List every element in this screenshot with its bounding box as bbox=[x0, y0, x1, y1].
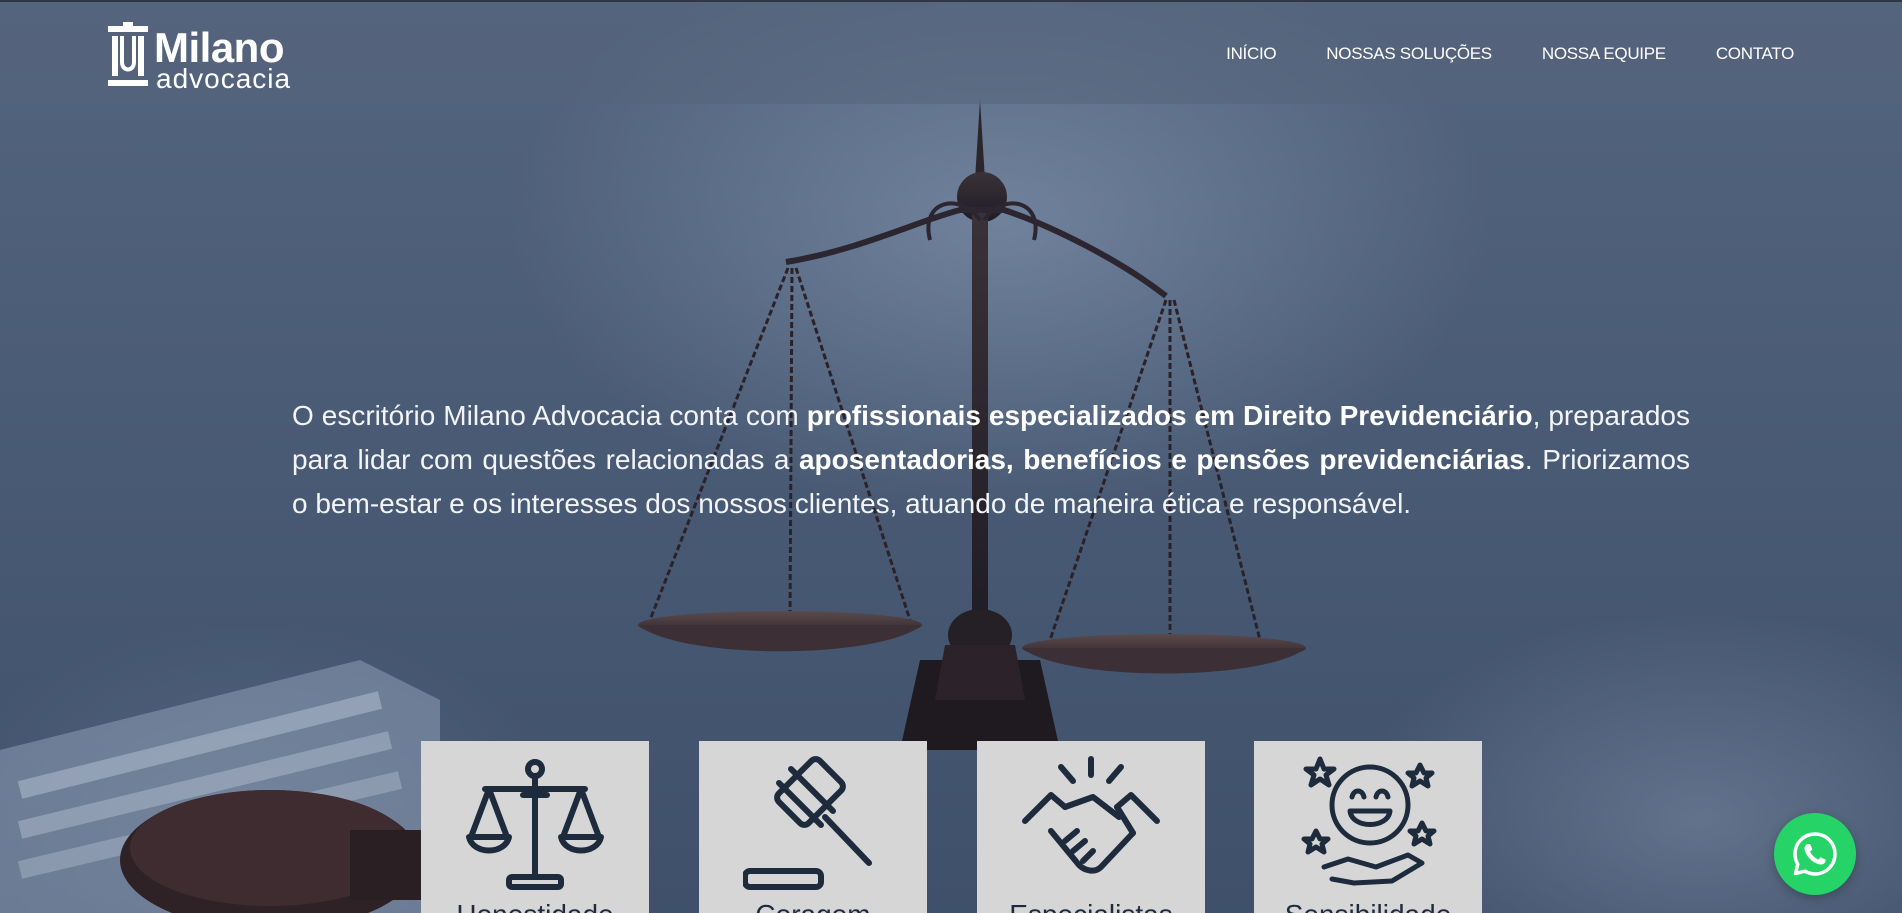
main-nav: INÍCIO NOSSAS SOLUÇÕES NOSSA EQUIPE CONT… bbox=[1226, 44, 1794, 64]
hero-section: Milano advocacia INÍCIO NOSSAS SOLUÇÕES … bbox=[0, 0, 1902, 913]
nav-nossa-equipe[interactable]: NOSSA EQUIPE bbox=[1542, 44, 1666, 64]
nav-contato[interactable]: CONTATO bbox=[1716, 44, 1794, 64]
gavel-icon bbox=[743, 756, 872, 890]
intro-highlight-1: profissionais especializados em Direito … bbox=[806, 400, 1533, 431]
value-card-sensibilidade: Sensibilidade bbox=[1254, 741, 1482, 913]
card-label: Sensibilidade bbox=[1254, 899, 1482, 913]
logo-subtitle: advocacia bbox=[156, 63, 292, 94]
value-card-especialistas: Especialistas bbox=[977, 741, 1205, 913]
logo-column-icon bbox=[108, 22, 148, 86]
card-label: Coragem bbox=[699, 899, 927, 913]
intro-text-1: O escritório Milano Advocacia conta com bbox=[292, 400, 807, 431]
value-card-honestidade: Honestidade bbox=[421, 741, 649, 913]
intro-paragraph: O escritório Milano Advocacia conta com … bbox=[292, 394, 1690, 526]
whatsapp-button[interactable] bbox=[1774, 813, 1856, 895]
card-label: Especialistas bbox=[977, 899, 1205, 913]
nav-inicio[interactable]: INÍCIO bbox=[1226, 44, 1276, 64]
site-header: Milano advocacia INÍCIO NOSSAS SOLUÇÕES … bbox=[0, 2, 1902, 104]
value-card-coragem: Coragem bbox=[699, 741, 927, 913]
handshake-icon bbox=[1022, 756, 1160, 874]
intro-highlight-2: aposentadorias, benefícios e pensões pre… bbox=[798, 444, 1525, 475]
logo[interactable]: Milano advocacia bbox=[108, 22, 308, 94]
gavel-illustration bbox=[120, 790, 450, 913]
scales-icon bbox=[466, 759, 604, 890]
whatsapp-icon bbox=[1793, 832, 1837, 876]
nav-nossas-solucoes[interactable]: NOSSAS SOLUÇÕES bbox=[1326, 44, 1492, 64]
card-label: Honestidade bbox=[421, 899, 649, 913]
smile-stars-icon bbox=[1301, 756, 1437, 886]
